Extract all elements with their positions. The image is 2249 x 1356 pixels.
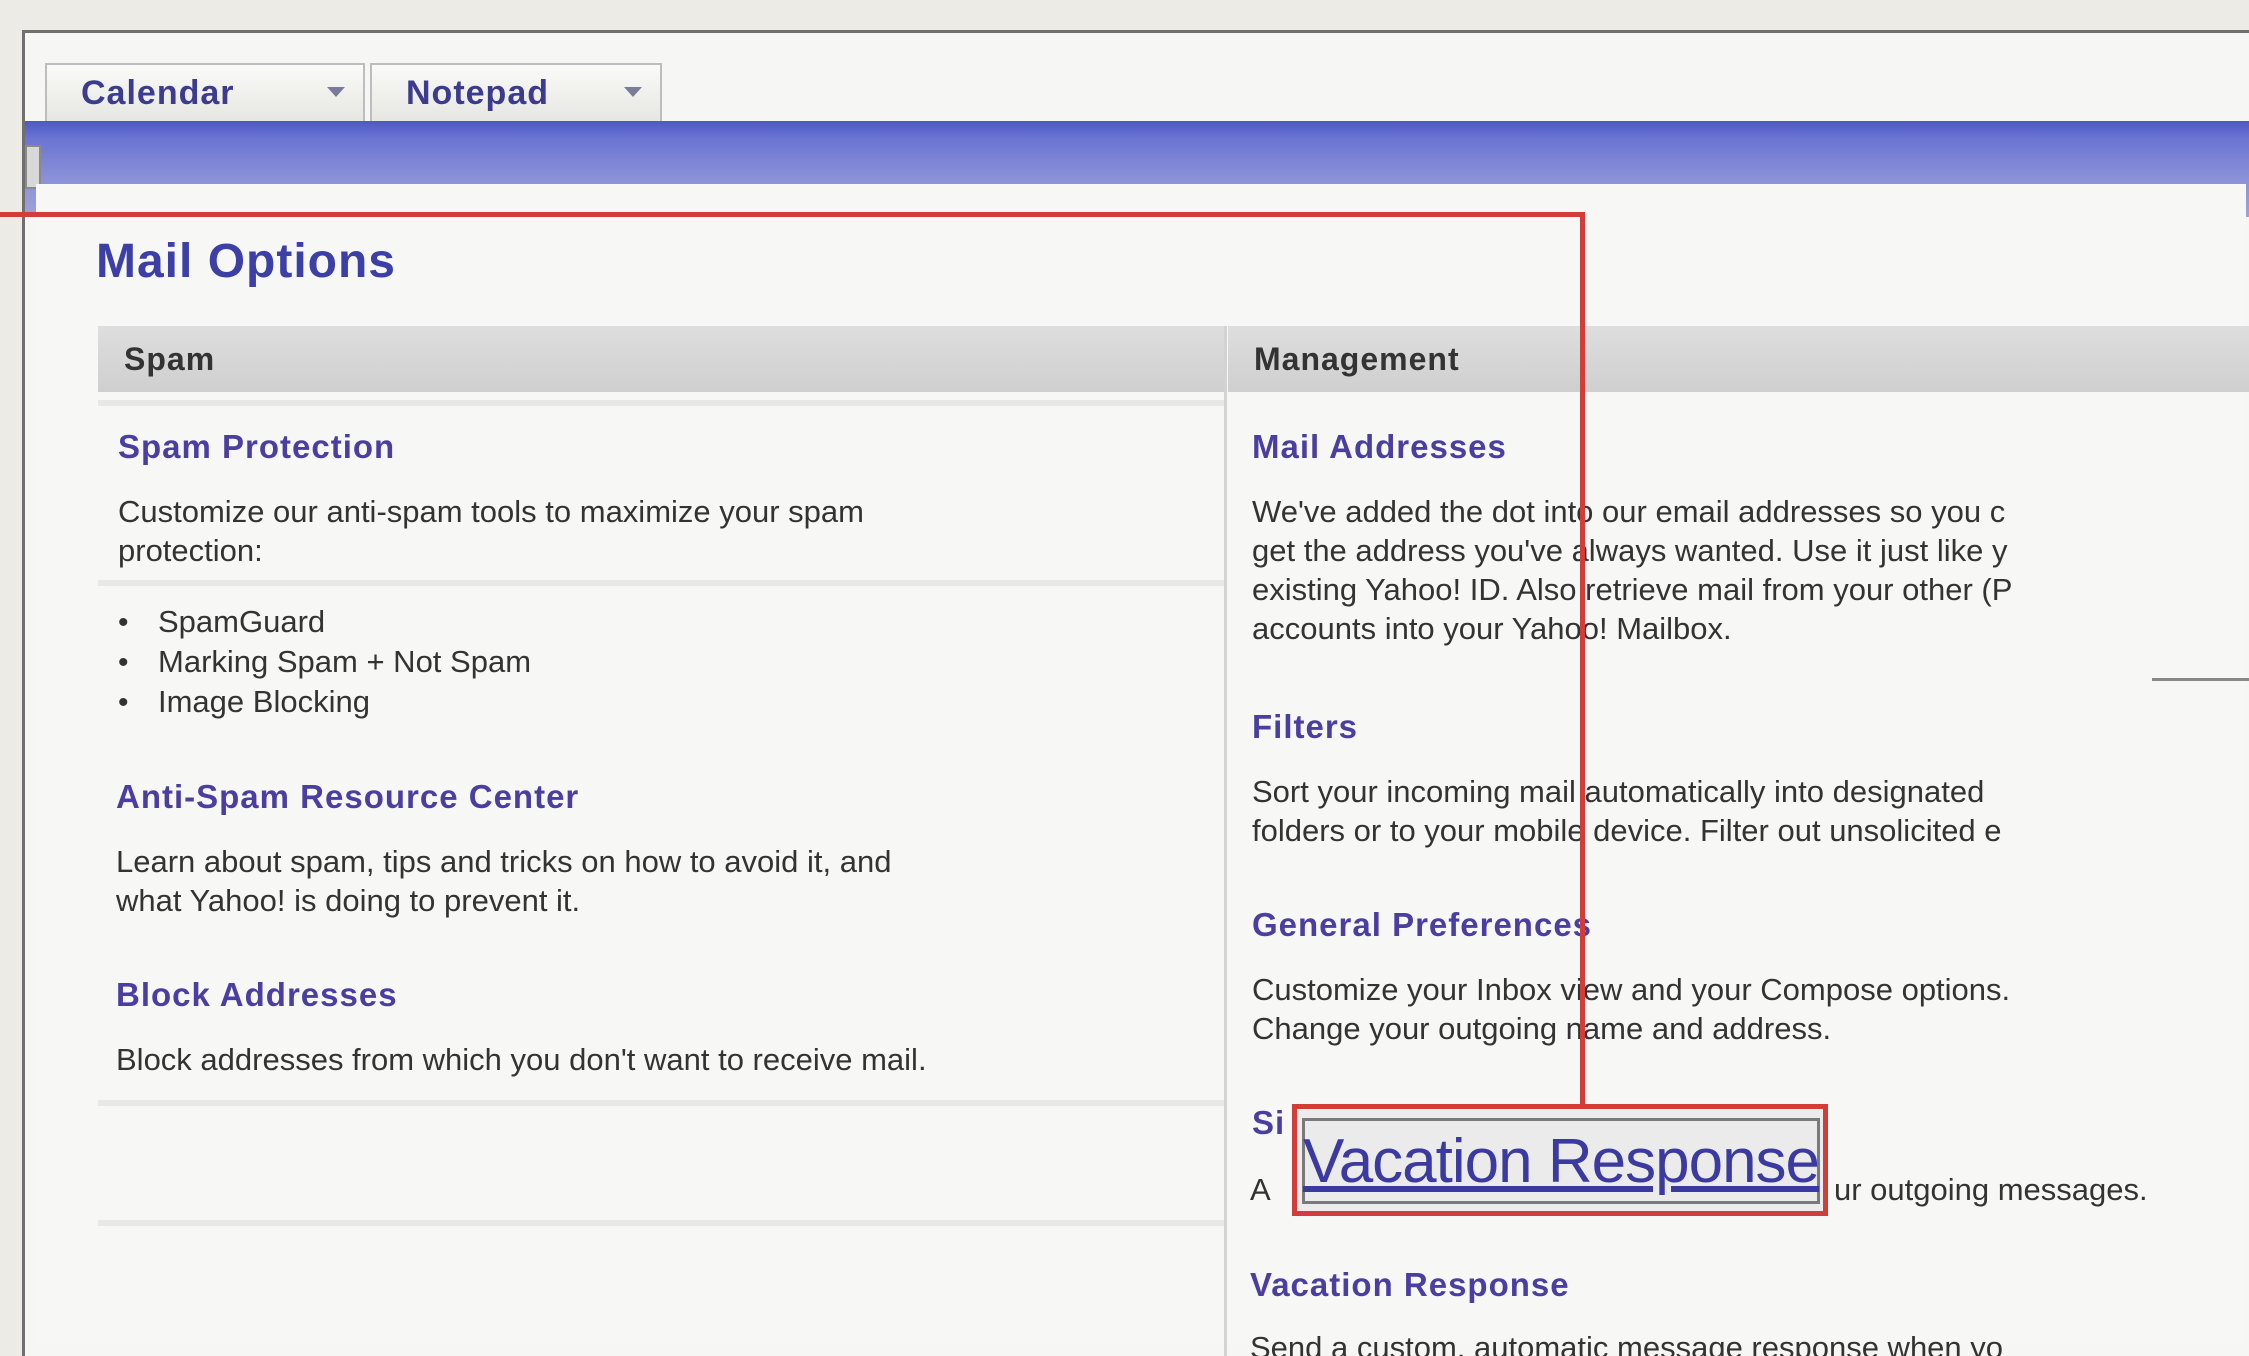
- desc-line: Change your outgoing name and address.: [1252, 1011, 1832, 1046]
- desc-line: get the address you've always wanted. Us…: [1252, 533, 2008, 568]
- partial-desc-start: A: [1250, 1172, 1271, 1207]
- row-band: [98, 1220, 1224, 1226]
- link-general-preferences[interactable]: General Preferences: [1252, 906, 1592, 944]
- vacation-response-desc: Send a custom, automatic message respons…: [1250, 1328, 2003, 1356]
- desc-line: existing Yahoo! ID. Also retrieve mail f…: [1252, 572, 2013, 607]
- filters-desc: Sort your incoming mail automatically in…: [1252, 772, 2002, 850]
- desc-line: Customize your Inbox view and your Compo…: [1252, 972, 2011, 1007]
- column-divider: [1224, 326, 1227, 1356]
- link-mail-addresses[interactable]: Mail Addresses: [1252, 428, 1507, 466]
- desc-line: Learn about spam, tips and tricks on how…: [116, 844, 892, 879]
- chevron-down-icon[interactable]: [327, 87, 345, 97]
- divider-line: [2152, 678, 2249, 681]
- link-anti-spam-resource-center[interactable]: Anti-Spam Resource Center: [116, 778, 579, 816]
- callout-leader-vertical: [1580, 212, 1585, 1107]
- link-filters[interactable]: Filters: [1252, 708, 1358, 746]
- list-item: Marking Spam + Not Spam: [118, 642, 531, 682]
- management-column-header: Management: [1228, 326, 2249, 392]
- general-preferences-desc: Customize your Inbox view and your Compo…: [1252, 970, 2010, 1048]
- list-item: SpamGuard: [118, 602, 531, 642]
- row-band: [98, 1100, 1224, 1106]
- desc-line: protection:: [118, 533, 263, 568]
- partial-desc-end: ur outgoing messages.: [1834, 1172, 2148, 1207]
- desc-line: Send a custom, automatic message respons…: [1250, 1330, 2004, 1356]
- chevron-down-icon[interactable]: [624, 87, 642, 97]
- anti-spam-desc: Learn about spam, tips and tricks on how…: [116, 842, 891, 920]
- callout-magnified-link[interactable]: Vacation Response: [1302, 1118, 1820, 1204]
- spam-feature-list: SpamGuard Marking Spam + Not Spam Image …: [118, 602, 531, 722]
- tab-notepad[interactable]: Notepad: [370, 63, 662, 121]
- tab-calendar-label: Calendar: [81, 73, 235, 112]
- link-vacation-response[interactable]: Vacation Response: [1250, 1266, 1570, 1304]
- block-addresses-desc: Block addresses from which you don't wan…: [116, 1040, 927, 1079]
- callout-leader-horizontal: [0, 212, 1585, 217]
- mail-addresses-desc: We've added the dot into our email addre…: [1252, 492, 2012, 648]
- desc-line: Customize our anti-spam tools to maximiz…: [118, 494, 864, 529]
- row-band: [98, 400, 1224, 406]
- page-title: Mail Options: [96, 235, 396, 288]
- link-block-addresses[interactable]: Block Addresses: [116, 976, 398, 1014]
- link-spam-protection[interactable]: Spam Protection: [118, 428, 395, 466]
- desc-line: what Yahoo! is doing to prevent it.: [116, 883, 581, 918]
- tab-calendar[interactable]: Calendar: [45, 63, 365, 121]
- desc-line: accounts into your Yahoo! Mailbox.: [1252, 611, 1732, 646]
- tab-notepad-label: Notepad: [406, 73, 549, 112]
- list-item: Image Blocking: [118, 682, 531, 722]
- resize-handle[interactable]: [25, 145, 41, 189]
- desc-line: We've added the dot into our email addre…: [1252, 494, 2006, 529]
- spam-protection-desc: Customize our anti-spam tools to maximiz…: [118, 492, 864, 570]
- callout-link-text[interactable]: Vacation Response: [1303, 1126, 1820, 1197]
- desc-line: folders or to your mobile device. Filter…: [1252, 813, 2002, 848]
- desc-line: Sort your incoming mail automatically in…: [1252, 774, 1985, 809]
- link-partial-section[interactable]: Si: [1252, 1104, 1285, 1142]
- desc-line: Block addresses from which you don't wan…: [116, 1042, 927, 1077]
- screenshot-stage: Calendar Notepad Mail Options Spam Manag…: [0, 0, 2249, 1356]
- row-band: [98, 580, 1224, 586]
- spam-column-header: Spam: [98, 326, 1224, 392]
